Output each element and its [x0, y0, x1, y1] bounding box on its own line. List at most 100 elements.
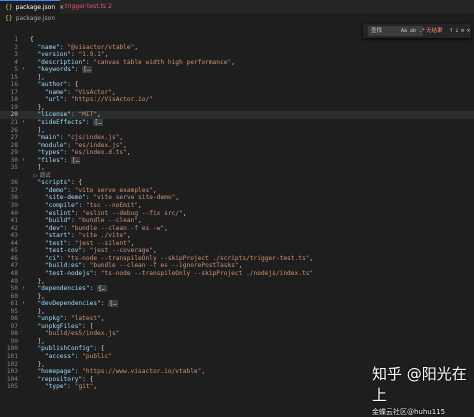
code-line[interactable]: 40 "eslint": "eslint --debug --fix src/"…: [0, 210, 474, 218]
code-text: "author": {: [30, 81, 78, 89]
debug-codelens[interactable]: ▷ 调试: [30, 173, 50, 179]
code-line[interactable]: 17 "name": "VisActor",: [0, 89, 474, 97]
code-line[interactable]: 50 › "dependencies": {…: [0, 285, 474, 293]
line-number: 49: [10, 277, 18, 285]
code-line[interactable]: 39 "compile": "tsc --noEmit",: [0, 202, 474, 210]
code-line[interactable]: 47 "build:es": "bundle --clean -f es --i…: [0, 262, 474, 270]
folded-region[interactable]: {…: [108, 300, 118, 308]
code-token: "bundle --clean -f es --ignorePostTasks": [89, 262, 239, 270]
code-token: :: [63, 224, 71, 232]
code-line[interactable]: 61 › "devDependencies": {…: [0, 300, 474, 308]
code-text: "compile": "tsc --noEmit",: [30, 202, 142, 210]
folded-region[interactable]: {…: [97, 285, 107, 293]
code-line[interactable]: 49 },: [0, 278, 474, 286]
code-line[interactable]: 38 "site-demo": "vite serve site-demo",: [0, 194, 474, 202]
code-token: : [: [82, 322, 94, 330]
find-navigation-icons[interactable]: ↑ ↓ ≡ ×: [449, 24, 471, 38]
line-number: 15: [10, 73, 18, 81]
code-line[interactable]: 20 "license": "MIT",: [0, 111, 474, 120]
fold-chevron-icon[interactable]: ›: [22, 300, 25, 308]
code-token: "module": [37, 141, 68, 149]
json-file-icon: {}: [5, 4, 13, 11]
code-line[interactable]: 18 "url": "https://VisActor.io/": [0, 96, 474, 104]
folded-region[interactable]: […: [70, 156, 81, 164]
find-options[interactable]: Aa ab .*: [401, 24, 425, 38]
code-line[interactable]: 46 "ci": "ts-node --transpileOnly --skip…: [0, 255, 474, 263]
code-line[interactable]: 16 "author": {: [0, 81, 474, 89]
code-text: "homepage": "https://www.visactor.io/vta…: [30, 368, 205, 376]
code-line[interactable]: 96 "unpkg": "latest",: [0, 315, 474, 323]
code-line[interactable]: 27 "main": "cjs/index.js",: [0, 134, 474, 142]
code-line[interactable]: 29 "types": "es/index.d.ts",: [0, 149, 474, 157]
code-line[interactable]: 5 › "keywords": […: [0, 66, 474, 74]
code-token: : {: [67, 81, 79, 89]
code-line[interactable]: 15 ],: [0, 74, 474, 82]
code-line[interactable]: 101 "access": "public": [0, 353, 474, 361]
code-token: :: [67, 141, 75, 149]
breadcrumb-item[interactable]: package.json: [16, 15, 56, 22]
code-editor[interactable]: 1{2 "name": "@visactor/vtable", 3 "versio…: [0, 36, 474, 413]
line-number: 39: [10, 202, 18, 210]
code-line[interactable]: 43 "start": "vite ./vite",: [0, 232, 474, 240]
code-line[interactable]: 42 "dev": "bundle --clean -f es -w",: [0, 225, 474, 233]
line-number: 99: [10, 337, 18, 345]
line-number: 47: [10, 262, 18, 270]
line-number: 46: [10, 254, 18, 262]
code-token: ,: [175, 194, 180, 202]
code-line[interactable]: 41 "build": "bundle --clean",: [0, 217, 474, 225]
fold-chevron-icon[interactable]: ›: [22, 285, 25, 293]
code-line[interactable]: 28 "module": "es/index.js",: [0, 142, 474, 150]
code-token: ],: [30, 337, 45, 345]
line-number: 40: [10, 209, 18, 217]
code-line[interactable]: 26 ],: [0, 127, 474, 135]
code-token: ,: [309, 254, 314, 262]
tab-package-json[interactable]: {} package.json ×: [0, 0, 64, 14]
code-line[interactable]: 60 },: [0, 293, 474, 301]
code-line[interactable]: 30 › "files": […: [0, 156, 474, 165]
code-text: "sideEffects": […: [30, 119, 103, 127]
code-line[interactable]: 3 "version": "1.9.1",: [0, 51, 474, 59]
line-number: 95: [10, 307, 18, 315]
code-line[interactable]: 36 "scripts": {: [0, 179, 474, 187]
code-line[interactable]: 19 },: [0, 104, 474, 112]
code-line[interactable]: 100 "publishConfig": {: [0, 345, 474, 353]
code-line[interactable]: 48 "test-nodejs": "ts-node --transpileOn…: [0, 270, 474, 278]
line-number: 26: [10, 126, 18, 134]
code-text: "scripts": {: [30, 179, 82, 187]
code-line[interactable]: 21 › "sideEffects": […: [0, 119, 474, 127]
line-number: 45: [10, 247, 18, 255]
code-line[interactable]: 35 ],: [0, 164, 474, 172]
code-token: },: [30, 307, 45, 315]
code-line[interactable]: 99 ],: [0, 338, 474, 346]
tab-trigger-test[interactable]: trigger-test.ts 2: [60, 0, 128, 14]
code-line[interactable]: 44 "test": "jest --silent",: [0, 240, 474, 248]
code-token: "scripts": [37, 179, 71, 187]
code-token: ,: [134, 43, 139, 51]
code-line[interactable]: 37 "demo": "vite serve examples",: [0, 187, 474, 195]
code-line[interactable]: ▷ 调试: [0, 172, 474, 180]
folded-region[interactable]: […: [82, 66, 92, 74]
code-token: ],: [30, 126, 45, 134]
line-number: 102: [6, 360, 18, 368]
code-line[interactable]: 97 "unpkgFiles": [: [0, 323, 474, 331]
folded-region[interactable]: […: [93, 119, 103, 127]
code-line[interactable]: 45 "test-cov": "jest --coverage",: [0, 247, 474, 255]
fold-chevron-icon[interactable]: ›: [22, 119, 25, 127]
code-text: ],: [30, 126, 45, 135]
code-line[interactable]: 4 "description": "canvas table width hig…: [0, 59, 474, 67]
fold-chevron-icon[interactable]: ›: [22, 66, 25, 74]
code-token: "demo": [44, 186, 68, 194]
code-token: "VisActor": [74, 88, 112, 96]
code-line[interactable]: 95 },: [0, 308, 474, 316]
line-number: 103: [6, 368, 18, 376]
code-text: ],: [30, 74, 44, 82]
code-text: "repository": {: [30, 376, 93, 384]
code-text: ],: [30, 164, 44, 172]
fold-chevron-icon[interactable]: ›: [22, 157, 25, 165]
code-line[interactable]: 2 "name": "@visactor/vtable",: [0, 44, 474, 52]
code-token: ,: [152, 186, 157, 194]
code-token: ,: [119, 134, 124, 142]
code-line[interactable]: 98 "build/es5/index.js": [0, 330, 474, 338]
